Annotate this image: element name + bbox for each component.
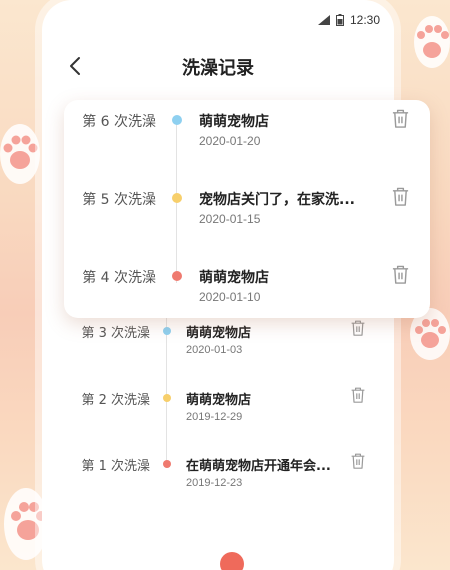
wash-count-label: 第 1 次洗澡 (81, 459, 150, 474)
signal-icon (317, 15, 330, 25)
shop-name: 萌萌宠物店 (199, 270, 269, 286)
delete-icon[interactable] (391, 108, 410, 133)
add-record-button[interactable] (220, 552, 244, 570)
wash-count-label: 第 5 次洗澡 (82, 192, 156, 208)
shop-name: 萌萌宠物店 (186, 326, 252, 341)
wash-date: 2020-01-10 (199, 290, 261, 304)
wash-date: 2020-01-15 (199, 212, 261, 226)
paw-decoration-icon (0, 124, 40, 184)
wash-count-label: 第 3 次洗澡 (81, 326, 150, 341)
shop-name: 萌萌宠物店 (186, 393, 252, 408)
wash-date: 2020-01-20 (199, 134, 261, 148)
shop-name: 宠物店关门了，在家洗... (199, 192, 355, 208)
battery-icon (335, 14, 344, 26)
status-bar: 12:30 (42, 0, 394, 40)
wash-date: 2019-12-23 (186, 477, 243, 489)
timeline-dot (171, 271, 182, 281)
shop-name: 萌萌宠物店 (199, 114, 269, 130)
paw-decoration-icon (414, 16, 450, 68)
timeline-dot (171, 193, 182, 203)
delete-icon[interactable] (350, 386, 366, 408)
delete-icon[interactable] (391, 186, 410, 211)
wash-count-label: 第 4 次洗澡 (82, 270, 156, 286)
shop-name: 在萌萌宠物店开通年会... (186, 459, 331, 474)
timeline-dot (171, 115, 182, 125)
timeline-dot (162, 459, 171, 468)
nav-bar: 洗澡记录 (42, 44, 394, 88)
delete-icon[interactable] (350, 452, 366, 474)
delete-icon[interactable] (350, 319, 366, 341)
page-title: 洗澡记录 (182, 58, 254, 79)
timeline-dot (162, 393, 171, 402)
wash-count-label: 第 6 次洗澡 (82, 114, 156, 130)
timeline-dot (162, 326, 171, 335)
delete-icon[interactable] (391, 264, 410, 289)
wash-count-label: 第 2 次洗澡 (81, 393, 150, 408)
status-time: 12:30 (349, 13, 380, 27)
wash-date: 2020-01-03 (186, 344, 243, 356)
wash-date: 2019-12-29 (186, 411, 243, 423)
